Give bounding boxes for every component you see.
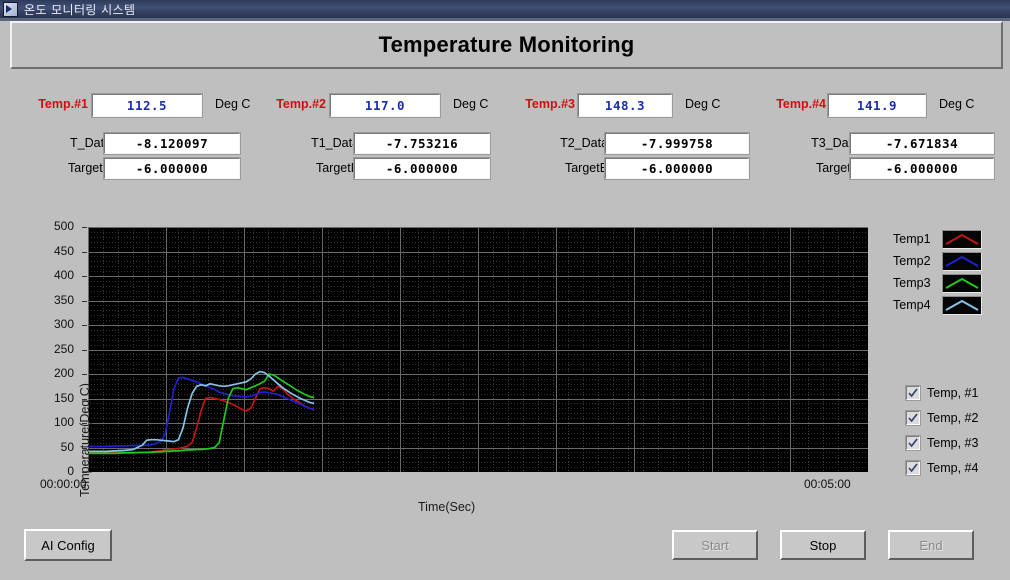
- channel-4-target-value: -6.000000: [850, 158, 994, 179]
- plot-checkbox-label-4: Temp, #4: [927, 460, 979, 475]
- legend-swatch-3[interactable]: [942, 273, 982, 293]
- chart-y-tickmark-350: [82, 300, 87, 302]
- legend-plot-glyph-1: [945, 233, 979, 245]
- legend-item-4[interactable]: Temp4: [893, 294, 982, 316]
- channel-1-data-value: -8.120097: [104, 133, 240, 154]
- chart-plot-area[interactable]: [88, 227, 868, 472]
- legend-label-4: Temp4: [893, 298, 931, 312]
- channel-3-units: Deg C: [685, 97, 721, 111]
- channel-4-data-value: -7.671834: [850, 133, 994, 154]
- check-icon: [908, 463, 918, 472]
- plot-checkbox-3[interactable]: [906, 435, 920, 450]
- plot-checkbox-4[interactable]: [906, 460, 920, 475]
- channel-1-target-value: -6.000000: [104, 158, 240, 179]
- window-title: 온도 모니터링 시스템: [24, 2, 136, 17]
- chart-y-tick-50: 50: [60, 439, 74, 454]
- end-button[interactable]: End: [888, 530, 974, 560]
- chart-y-tickmark-500: [82, 227, 87, 228]
- legend-label-3: Temp3: [893, 276, 931, 290]
- legend-item-2[interactable]: Temp2: [893, 250, 982, 272]
- chart-x-tick-end: 00:05:00: [804, 477, 851, 491]
- chart-x-axis-label: Time(Sec): [418, 500, 476, 514]
- channel-2-data-value: -7.753216: [354, 133, 490, 154]
- chart-y-tick-500: 500: [53, 219, 74, 233]
- ai-config-button[interactable]: AI Config: [24, 529, 112, 561]
- window-title-bar: 온도 모니터링 시스템: [0, 0, 1010, 18]
- check-icon: [908, 438, 918, 447]
- plot-checkbox-label-3: Temp, #3: [927, 435, 979, 450]
- legend-plot-glyph-4: [945, 299, 979, 311]
- plot-checkbox-label-2: Temp, #2: [927, 410, 979, 425]
- plot-checkbox-1[interactable]: [906, 385, 920, 400]
- stop-button[interactable]: Stop: [780, 530, 866, 560]
- channel-3-temp-value: 148.3: [578, 94, 672, 117]
- legend-item-3[interactable]: Temp3: [893, 272, 982, 294]
- chart-traces: [88, 227, 868, 472]
- channel-1-temp-label: Temp.#1: [38, 97, 88, 111]
- legend-swatch-2[interactable]: [942, 251, 982, 271]
- chart-x-tick-start: 00:00:00: [40, 477, 87, 491]
- chart-y-tick-0: 0: [67, 464, 74, 478]
- legend-label-2: Temp2: [893, 254, 931, 268]
- plot-checkbox-row-4[interactable]: Temp, #4: [906, 455, 978, 480]
- plot-checkbox-row-2[interactable]: Temp, #2: [906, 405, 978, 430]
- channel-3-temp-label: Temp.#3: [525, 97, 575, 111]
- channel-3-target-value: -6.000000: [605, 158, 749, 179]
- channel-2-target-value: -6.000000: [354, 158, 490, 179]
- channel-2-temp-label: Temp.#2: [276, 97, 326, 111]
- check-icon: [908, 388, 918, 397]
- channel-1-temp-value: 112.5: [92, 94, 202, 117]
- channel-3-data-value: -7.999758: [605, 133, 749, 154]
- plot-checkbox-2[interactable]: [906, 410, 920, 425]
- plot-visibility-checkboxes[interactable]: Temp, #1 Temp, #2 Temp, #3 Temp, #4: [906, 380, 978, 480]
- channel-2-target-label: TargetE2: [315, 161, 366, 175]
- channel-4-temp-label: Temp.#4: [776, 97, 826, 111]
- legend-swatch-4[interactable]: [942, 295, 982, 315]
- chart-y-tickmark-300: [82, 325, 87, 326]
- chart-y-tickmark-400: [82, 276, 87, 277]
- legend-swatch-1[interactable]: [942, 229, 982, 249]
- legend-plot-glyph-2: [945, 255, 979, 267]
- chart-y-tickmark-200: [82, 374, 87, 375]
- plot-checkbox-row-1[interactable]: Temp, #1: [906, 380, 978, 405]
- channel-4-temp-value: 141.9: [828, 94, 926, 117]
- check-icon: [908, 413, 918, 422]
- header-panel: Temperature Monitoring: [10, 21, 1003, 69]
- chart-y-tick-250: 250: [53, 341, 74, 356]
- channel-2-temp-value: 117.0: [330, 94, 440, 117]
- chart-y-tick-150: 150: [53, 390, 74, 405]
- channel-4-units: Deg C: [939, 97, 975, 111]
- page-title: Temperature Monitoring: [378, 32, 635, 57]
- legend-item-1[interactable]: Temp1: [893, 228, 982, 250]
- channel-1-units: Deg C: [215, 97, 251, 111]
- chart-y-tick-450: 450: [53, 243, 74, 258]
- channel-3-target-label: TargetE3: [564, 161, 615, 175]
- chart-y-tick-300: 300: [53, 317, 74, 331]
- plot-checkbox-label-1: Temp, #1: [927, 385, 979, 400]
- labview-vi-icon: [3, 1, 18, 17]
- chart-legend[interactable]: Temp1 Temp2 Temp3 Temp4: [893, 228, 982, 316]
- channel-2-data-label: T1_Data4: [311, 136, 366, 150]
- plot-checkbox-row-3[interactable]: Temp, #3: [906, 430, 978, 455]
- chart-y-tick-200: 200: [53, 366, 74, 380]
- chart-y-tick-350: 350: [53, 292, 74, 307]
- chart-y-tick-100: 100: [53, 415, 74, 429]
- chart-y-tickmark-450: [82, 251, 87, 253]
- channel-3-data-label: T2_Data4: [560, 136, 615, 150]
- temperature-chart[interactable]: 0 50 100 150 200 250 300 350 400 450 500 Temperatu…: [40, 219, 868, 514]
- chart-y-tick-400: 400: [53, 268, 74, 282]
- legend-plot-glyph-3: [945, 277, 979, 289]
- channel-2-units: Deg C: [453, 97, 489, 111]
- start-button[interactable]: Start: [672, 530, 758, 560]
- legend-label-1: Temp1: [893, 232, 931, 246]
- application-window: 온도 모니터링 시스템 Temperature Monitoring Temp.…: [0, 0, 1010, 580]
- chart-y-tickmark-250: [82, 349, 87, 351]
